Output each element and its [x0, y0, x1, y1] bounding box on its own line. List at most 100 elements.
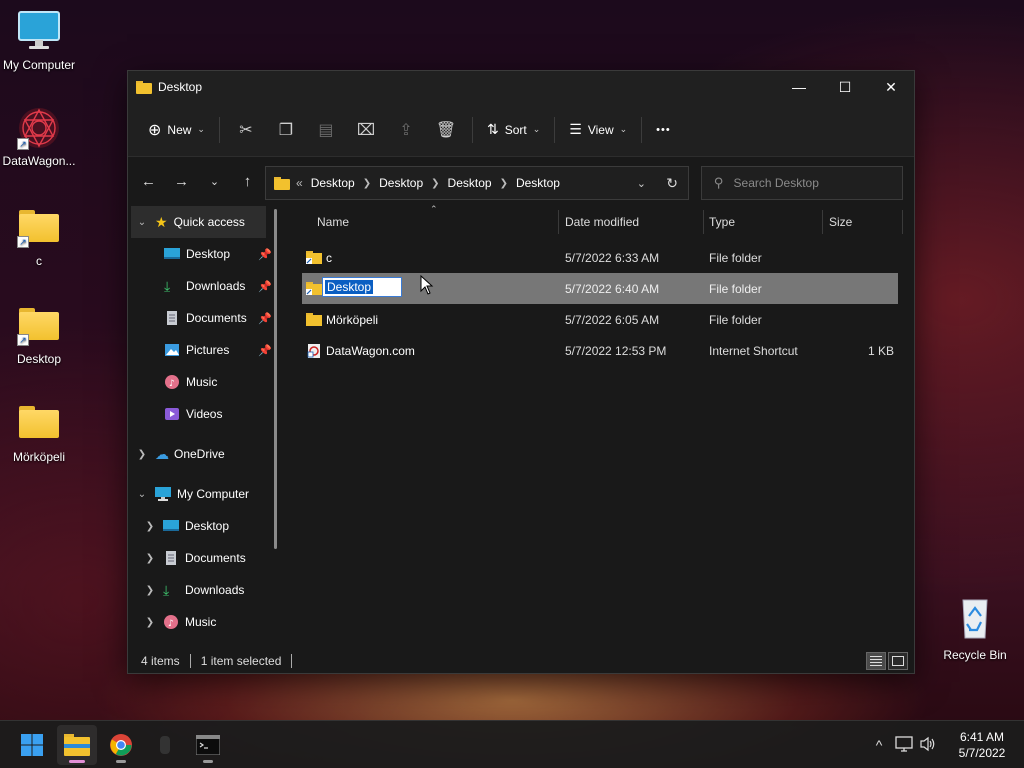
forward-arrow-icon[interactable]: →: [165, 165, 198, 197]
sort-button[interactable]: ⇅ Sort ⌄: [479, 113, 548, 147]
chevron-right-icon[interactable]: ❯: [143, 585, 157, 596]
cloud-icon: ☁: [155, 445, 169, 462]
nav-mc-music[interactable]: ❯ ♪ Music: [128, 606, 278, 638]
show-hidden-icons-chevron-icon[interactable]: ^: [866, 737, 892, 753]
nav-qa-desktop[interactable]: Desktop 📌: [128, 238, 278, 270]
paste-icon[interactable]: ▤: [306, 113, 346, 147]
rename-input[interactable]: Desktop: [322, 277, 402, 297]
close-button[interactable]: ✕: [868, 71, 914, 103]
nav-label: Videos: [186, 407, 223, 421]
maximize-button[interactable]: ☐: [822, 71, 868, 103]
delete-icon[interactable]: 🗑: [426, 113, 466, 147]
navpane-scrollbar[interactable]: [274, 209, 277, 549]
more-options-button[interactable]: •••: [648, 113, 679, 147]
nav-quick-access[interactable]: ⌄ ★ Quick access: [131, 206, 266, 238]
chevron-down-icon[interactable]: ⌄: [135, 217, 149, 228]
taskbar-clock[interactable]: 6:41 AM 5/7/2022: [952, 729, 1012, 761]
column-header-name[interactable]: Name: [317, 215, 349, 229]
file-row[interactable]: c 5/7/2022 6:33 AM File folder: [302, 242, 898, 273]
file-row[interactable]: Mörköpeli 5/7/2022 6:05 AM File folder: [302, 304, 898, 335]
desktop-icon-my-computer[interactable]: My Computer: [0, 10, 78, 72]
terminal-icon: [196, 735, 220, 755]
pin-icon[interactable]: 📌: [258, 312, 272, 325]
volume-icon[interactable]: [916, 736, 940, 755]
chevron-right-icon: ❯: [362, 177, 372, 189]
nav-mc-downloads[interactable]: ❯ ⤓ Downloads: [128, 574, 278, 606]
taskbar-app-dim[interactable]: [145, 725, 185, 765]
taskbar-chrome[interactable]: [101, 725, 141, 765]
nav-my-computer[interactable]: ⌄ My Computer: [128, 478, 278, 510]
search-icon: ⚲: [714, 175, 724, 190]
nav-label: Downloads: [185, 583, 245, 597]
chevron-right-icon[interactable]: ❯: [143, 521, 157, 532]
folder-shortcut-icon: [306, 250, 322, 265]
network-icon[interactable]: [892, 735, 916, 755]
details-view-icon[interactable]: [866, 652, 886, 670]
breadcrumb-item[interactable]: Desktop: [516, 176, 560, 190]
chevron-down-icon[interactable]: ⌄: [135, 489, 149, 500]
view-list-icon: ☰: [569, 121, 582, 137]
running-indicator: [203, 760, 213, 763]
breadcrumb-overflow[interactable]: «: [296, 176, 303, 190]
search-box[interactable]: ⚲ Search Desktop: [701, 166, 903, 200]
column-header-size[interactable]: Size: [829, 215, 852, 229]
chevron-right-icon[interactable]: ❯: [143, 553, 157, 564]
column-divider[interactable]: [902, 210, 903, 234]
chevron-right-icon[interactable]: ❯: [143, 617, 157, 628]
desktop-icon-label: Recycle Bin: [943, 648, 1007, 662]
address-bar[interactable]: « Desktop ❯ Desktop ❯ Desktop ❯ Desktop …: [265, 166, 689, 200]
pin-icon[interactable]: 📌: [258, 280, 272, 293]
share-icon[interactable]: ⇪: [386, 113, 426, 147]
nav-qa-documents[interactable]: Documents 📌: [128, 302, 278, 334]
file-row-selected[interactable]: Desktop 5/7/2022 6:40 AM File folder: [302, 273, 898, 304]
nav-qa-downloads[interactable]: ⤓ Downloads 📌: [128, 270, 278, 302]
breadcrumb-item[interactable]: Desktop: [379, 176, 423, 190]
refresh-icon[interactable]: ↻: [666, 175, 678, 192]
desktop-icon-recycle-bin[interactable]: Recycle Bin: [936, 596, 1014, 662]
file-row[interactable]: DataWagon.com 5/7/2022 12:53 PM Internet…: [302, 335, 898, 366]
copy-icon[interactable]: ❐: [266, 113, 306, 147]
desktop-icon: [163, 519, 179, 533]
desktop-icon-c[interactable]: ↗ c: [0, 204, 78, 268]
desktop-icon-morkopeli[interactable]: Mörköpeli: [0, 400, 78, 464]
internet-shortcut-icon: [306, 343, 322, 358]
column-divider[interactable]: [703, 210, 704, 234]
back-arrow-icon[interactable]: ←: [132, 165, 165, 197]
nav-mc-documents[interactable]: ❯ Documents: [128, 542, 278, 574]
taskbar-terminal[interactable]: [188, 725, 228, 765]
breadcrumb-item[interactable]: Desktop: [311, 176, 355, 190]
status-divider: [189, 654, 191, 668]
desktop-icon-datawagon[interactable]: ↗ DataWagon...: [0, 106, 78, 168]
pin-icon[interactable]: 📌: [258, 248, 272, 261]
address-dropdown-icon[interactable]: ⌄: [637, 177, 646, 190]
large-icons-view-icon[interactable]: [888, 652, 908, 670]
nav-qa-videos[interactable]: Videos: [128, 398, 278, 430]
view-button[interactable]: ☰ View ⌄: [561, 113, 635, 147]
column-divider[interactable]: [558, 210, 559, 234]
minimize-button[interactable]: —: [776, 71, 822, 103]
pin-icon[interactable]: 📌: [258, 344, 272, 357]
up-arrow-icon[interactable]: ↑: [231, 165, 264, 197]
recent-locations-chevron-icon[interactable]: ⌄: [198, 165, 231, 197]
nav-onedrive[interactable]: ❯ ☁ OneDrive: [128, 438, 278, 470]
column-header-date[interactable]: Date modified: [565, 215, 639, 229]
taskbar-file-explorer[interactable]: [57, 725, 97, 765]
column-header-type[interactable]: Type: [709, 215, 735, 229]
cut-icon[interactable]: ✂: [226, 113, 266, 147]
start-button[interactable]: [12, 725, 52, 765]
recycle-bin-icon: [951, 596, 999, 640]
nav-qa-pictures[interactable]: Pictures 📌: [128, 334, 278, 366]
nav-qa-music[interactable]: ♪ Music: [128, 366, 278, 398]
desktop-icon-desktop[interactable]: ↗ Desktop: [0, 302, 78, 366]
nav-label: Desktop: [185, 519, 230, 533]
nav-mc-desktop[interactable]: ❯ Desktop: [128, 510, 278, 542]
new-button[interactable]: ⊕ New ⌄: [140, 113, 213, 147]
file-type: File folder: [709, 312, 762, 327]
title-bar[interactable]: Desktop — ☐ ✕: [128, 71, 914, 103]
status-bar: 4 items 1 item selected: [128, 649, 914, 673]
chevron-right-icon[interactable]: ❯: [135, 449, 149, 460]
column-divider[interactable]: [822, 210, 823, 234]
rename-icon[interactable]: ⌧: [346, 113, 386, 147]
selection-count: 1 item selected: [200, 654, 282, 668]
breadcrumb-item[interactable]: Desktop: [448, 176, 492, 190]
